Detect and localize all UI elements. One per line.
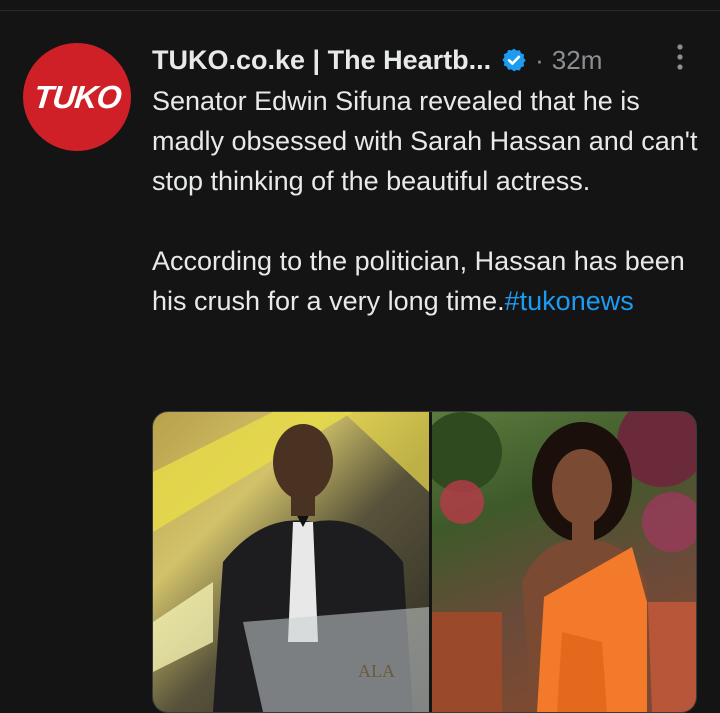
timestamp[interactable]: 32m [552,45,603,76]
photo-left[interactable]: ALA [153,412,429,712]
media-grid[interactable]: ALA [152,411,697,713]
hashtag-link[interactable]: #tukonews [505,286,634,316]
avatar-logo-text: TUKO [31,78,123,115]
meta-separator: · [535,44,544,75]
podium-sign-text: ALA [358,661,395,681]
tweet-paragraph-2: According to the politician, Hassan has … [152,241,712,321]
verified-badge-icon [501,47,527,73]
more-vertical-icon[interactable] [668,42,692,72]
author-name[interactable]: TUKO.co.ke | The Heartb... [152,45,491,76]
top-divider [0,10,720,11]
avatar[interactable]: TUKO [23,43,131,151]
tweet-header: TUKO.co.ke | The Heartb... · 32m [152,40,602,80]
photo-right[interactable] [432,412,696,712]
tweet-paragraph-1: Senator Edwin Sifuna revealed that he is… [152,86,698,196]
tweet-text: Senator Edwin Sifuna revealed that he is… [152,81,712,321]
